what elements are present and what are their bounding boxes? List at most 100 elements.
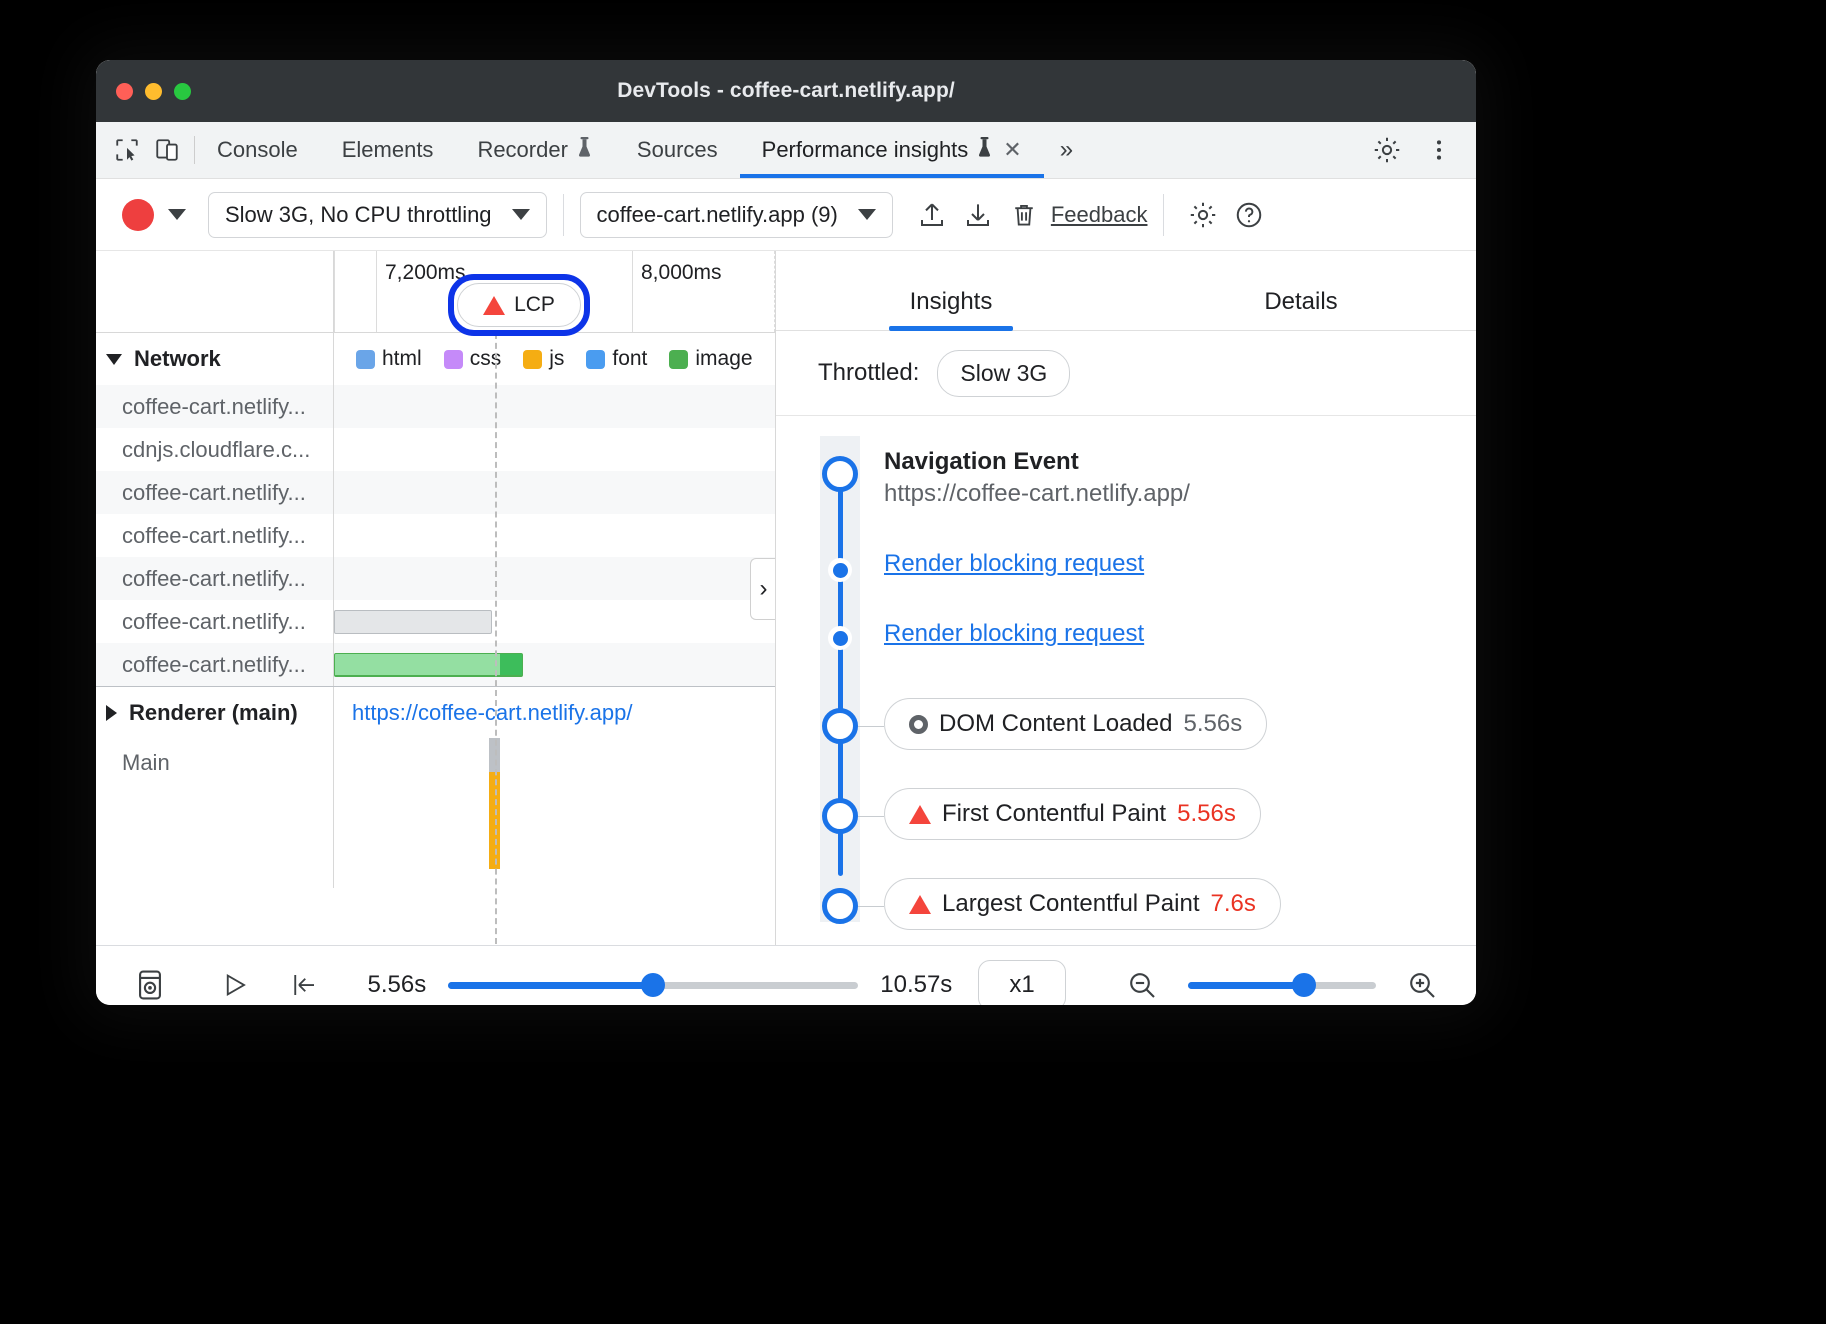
kebab-menu-icon[interactable] — [1416, 127, 1462, 173]
legend-item-html: html — [356, 347, 422, 371]
sidebar-collapse-handle[interactable]: › — [750, 558, 776, 620]
network-row-label: coffee-cart.netlify... — [96, 471, 334, 514]
range-slider[interactable] — [448, 980, 858, 990]
table-row[interactable]: coffee-cart.netlify... — [96, 643, 775, 686]
filmstrip-icon[interactable] — [122, 968, 178, 1002]
event-first-contentful-paint[interactable]: First Contentful Paint 5.56s — [776, 788, 1476, 878]
ruler-tick: 7,200ms — [376, 251, 377, 332]
more-tabs-label: » — [1060, 136, 1073, 164]
feedback-link[interactable]: Feedback — [1051, 202, 1148, 228]
tab-details[interactable]: Details — [1126, 288, 1476, 330]
record-options-chevron-down-icon[interactable] — [168, 209, 186, 220]
red-triangle-icon — [909, 895, 931, 914]
tab-elements[interactable]: Elements — [320, 122, 456, 178]
throttling-select[interactable]: Slow 3G, No CPU throttling — [208, 192, 547, 238]
chevron-down-icon[interactable] — [106, 354, 122, 365]
devtools-window: DevTools - coffee-cart.netlify.app/ Cons… — [96, 60, 1476, 1005]
legend-item-css: css — [444, 347, 502, 371]
legend-item-font: font — [586, 347, 647, 371]
device-toolbar-icon[interactable] — [154, 137, 180, 163]
lcp-marker-label: LCP — [514, 293, 555, 317]
timeline-node — [828, 558, 852, 582]
event-navigation[interactable]: Navigation Event https://coffee-cart.net… — [776, 446, 1476, 550]
network-group-label: Network — [134, 346, 221, 372]
network-row-label: coffee-cart.netlify... — [96, 557, 334, 600]
event-dom-content-loaded[interactable]: DOM Content Loaded 5.56s — [776, 698, 1476, 788]
table-row[interactable]: coffee-cart.netlify... — [96, 600, 775, 643]
table-row[interactable]: coffee-cart.netlify... — [96, 471, 775, 514]
network-row-label: cdnjs.cloudflare.c... — [96, 428, 334, 471]
table-row[interactable]: cdnjs.cloudflare.c... — [96, 428, 775, 471]
main-thread-row[interactable]: Main — [96, 738, 775, 888]
slider-thumb[interactable] — [1292, 973, 1316, 997]
event-subtitle: https://coffee-cart.netlify.app/ — [884, 480, 1190, 508]
main-thread-task-bar[interactable] — [489, 738, 500, 772]
close-icon[interactable]: ✕ — [1003, 137, 1021, 163]
playback-speed-button[interactable]: x1 — [978, 960, 1065, 1005]
jump-to-start-icon[interactable] — [276, 970, 332, 1000]
table-row[interactable]: coffee-cart.netlify... — [96, 385, 775, 428]
page-select-value: coffee-cart.netlify.app (9) — [597, 202, 838, 228]
event-value: 5.56s — [1177, 800, 1236, 828]
range-start-label: 5.56s — [367, 971, 426, 999]
legend-label: css — [470, 347, 502, 371]
record-button[interactable] — [122, 199, 154, 231]
network-group-header[interactable]: Network html css — [96, 333, 775, 385]
table-row[interactable]: coffee-cart.netlify... — [96, 557, 775, 600]
download-icon[interactable] — [955, 192, 1001, 238]
play-icon[interactable] — [206, 970, 262, 1000]
help-icon[interactable] — [1226, 192, 1272, 238]
window-controls — [116, 83, 191, 100]
render-blocking-request-link[interactable]: Render blocking request — [884, 550, 1144, 577]
network-row-track — [334, 471, 775, 514]
page-select[interactable]: coffee-cart.netlify.app (9) — [580, 192, 893, 238]
network-row-track — [334, 514, 775, 557]
renderer-url-link[interactable]: https://coffee-cart.netlify.app/ — [334, 687, 775, 738]
legend-item-image: image — [669, 347, 752, 371]
slider-thumb[interactable] — [641, 973, 665, 997]
tab-console[interactable]: Console — [195, 122, 320, 178]
zoom-out-icon[interactable] — [1114, 969, 1170, 1001]
tab-sources[interactable]: Sources — [615, 122, 740, 178]
timeline-node — [822, 708, 858, 744]
network-legend-cell: html css js — [334, 333, 775, 385]
lcp-marker[interactable]: LCP — [457, 283, 581, 327]
upload-icon[interactable] — [909, 192, 955, 238]
tab-insights[interactable]: Insights — [776, 288, 1126, 330]
tab-performance-insights[interactable]: Performance insights ✕ — [740, 122, 1044, 178]
more-tabs-button[interactable]: » — [1044, 122, 1089, 178]
render-blocking-request-link[interactable]: Render blocking request — [884, 620, 1144, 647]
insights-tabbar: Insights Details — [776, 251, 1476, 331]
table-row[interactable]: coffee-cart.netlify... — [96, 514, 775, 557]
zoom-slider[interactable] — [1188, 980, 1377, 990]
gear-icon[interactable] — [1364, 127, 1410, 173]
trash-icon[interactable] — [1001, 192, 1047, 238]
network-legend: html css js — [334, 333, 775, 385]
ring-icon — [909, 715, 928, 734]
network-request-bar[interactable] — [334, 653, 523, 677]
renderer-group-header[interactable]: Renderer (main) https://coffee-cart.netl… — [96, 686, 775, 738]
maximize-window-button[interactable] — [174, 83, 191, 100]
tabstrip-actions — [1341, 122, 1476, 178]
status-badge[interactable]: Largest Contentful Paint 7.6s — [884, 878, 1281, 930]
red-triangle-icon — [909, 805, 931, 824]
network-request-bar-tail — [500, 654, 522, 675]
ruler-track[interactable]: 7,200ms 8,000ms LCP — [334, 251, 775, 332]
network-row-track — [334, 600, 775, 643]
close-window-button[interactable] — [116, 83, 133, 100]
chevron-right-icon[interactable] — [106, 705, 117, 721]
network-request-bar[interactable] — [334, 610, 492, 634]
main-thread-script-bar[interactable] — [489, 772, 500, 869]
status-badge[interactable]: First Contentful Paint 5.56s — [884, 788, 1261, 840]
event-render-blocking-2[interactable]: Render blocking request — [776, 620, 1476, 698]
event-render-blocking-1[interactable]: Render blocking request — [776, 550, 1476, 620]
window-title: DevTools - coffee-cart.netlify.app/ — [96, 79, 1476, 103]
gear-icon[interactable] — [1180, 192, 1226, 238]
minimize-window-button[interactable] — [145, 83, 162, 100]
status-badge[interactable]: DOM Content Loaded 5.56s — [884, 698, 1267, 750]
tab-recorder[interactable]: Recorder — [455, 122, 614, 178]
zoom-in-icon[interactable] — [1394, 969, 1450, 1001]
network-row-label: coffee-cart.netlify... — [96, 385, 334, 428]
event-largest-contentful-paint[interactable]: Largest Contentful Paint 7.6s — [776, 878, 1476, 945]
inspect-cursor-icon[interactable] — [114, 137, 140, 163]
